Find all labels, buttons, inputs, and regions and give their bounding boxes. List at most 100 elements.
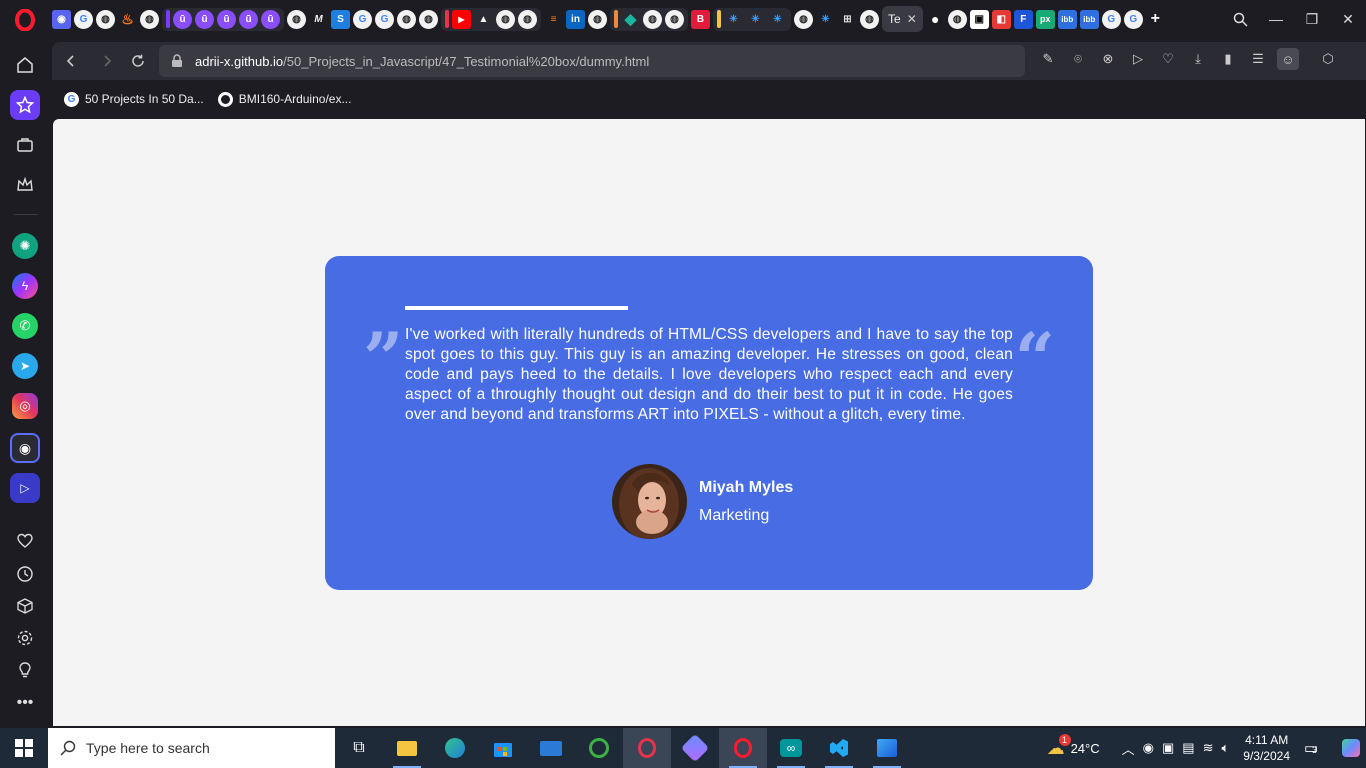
taskbar-search[interactable]: Type here to search [48,728,335,768]
edit-icon[interactable]: ✎ [1037,48,1059,70]
tab-search-icon[interactable] [1222,0,1258,38]
tab-icon-globe[interactable]: ◍ [518,9,537,29]
file-explorer-icon[interactable] [383,728,431,768]
camera-icon[interactable]: ⌾ [1067,48,1089,70]
close-window-button[interactable]: ✕ [1330,0,1366,38]
lightbulb-icon[interactable] [10,655,40,685]
tab-icon-globe[interactable]: ◍ [496,9,515,29]
tab-icon-google[interactable]: G [1101,9,1121,29]
tab-icon-google[interactable]: G [1123,9,1143,29]
tab-icon-s[interactable]: S [331,9,350,29]
adblock-icon[interactable]: ⊗ [1097,48,1119,70]
tab-icon-grid[interactable]: ⊞ [838,10,857,29]
tab-icon-hexagon[interactable]: ✳ [816,10,835,29]
forward-arrow-icon[interactable] [96,50,118,72]
tab-icon-google[interactable]: G [74,9,93,29]
music-player-icon[interactable]: ◉ [10,433,40,463]
tab-icon-u[interactable]: ū [261,9,280,29]
restore-button[interactable]: ❐ [1294,0,1330,38]
meet-icon[interactable]: ▣ [1162,740,1174,756]
history-icon[interactable] [10,559,40,589]
tab-icon-u[interactable]: ū [195,9,214,29]
tab-icon-globe[interactable]: ◍ [419,9,438,29]
opera-logo-icon[interactable] [12,9,38,31]
tab-icon-ibb[interactable]: ibb [1057,9,1077,29]
battery-icon[interactable]: ▮ [1217,48,1239,70]
tab-icon-hexagon[interactable]: ✳ [746,10,765,29]
tab-icon-fire[interactable]: ♨ [118,10,137,29]
vscode-icon[interactable] [815,728,863,768]
new-tab-plus-icon[interactable]: + [1146,10,1165,29]
reload-icon[interactable] [127,50,149,72]
tab-group-yellow[interactable]: ✳ ✳ ✳ [713,7,791,31]
url-bar[interactable]: adrii-x.github.io/50_Projects_in_Javascr… [159,45,1025,77]
tab-icon-github[interactable]: ● [926,10,945,29]
tab-icon-globe[interactable]: ◍ [643,9,662,29]
task-view-icon[interactable]: ⧉ [335,728,383,768]
easy-setup-icon[interactable]: ☰ [1247,48,1269,70]
whatsapp-icon[interactable]: ✆ [12,313,38,339]
tune-icon[interactable] [159,54,195,68]
store-icon[interactable] [479,728,527,768]
xbox-icon[interactable] [575,728,623,768]
tab-icon-f[interactable]: F [1013,9,1033,29]
tab-group-purple[interactable]: ū ū ū ū ū [162,7,284,31]
tab-icon-b[interactable]: B [691,9,710,29]
tab-icon-globe[interactable]: ◍ [947,9,967,29]
tab-icon-linkedin[interactable]: in [566,9,585,29]
messenger-icon[interactable]: ϟ [12,273,38,299]
bookmark-item[interactable]: BMI160-Arduino/ex... [217,91,351,107]
briefcase-icon[interactable] [10,130,40,160]
tab-icon-google[interactable]: G [375,9,394,29]
tab-active[interactable]: Te ✕ [882,6,923,32]
chatgpt-icon[interactable]: ✺ [12,233,38,259]
crown-icon[interactable] [10,170,40,200]
video-player-icon[interactable]: ▷ [10,473,40,503]
tab-icon-discord[interactable]: ◉ [52,9,71,29]
copilot-tray-icon[interactable] [1336,739,1366,757]
back-arrow-icon[interactable] [60,50,82,72]
volume-icon[interactable]: 🔈︎ [1221,740,1229,756]
tab-icon-px[interactable]: px [1035,9,1055,29]
record-icon[interactable]: ◉ [1143,740,1154,756]
tab-icon-google[interactable]: G [353,9,372,29]
photos-icon[interactable] [863,728,911,768]
play-icon[interactable]: ▷ [1127,48,1149,70]
display-icon[interactable]: ▤ [1182,740,1194,756]
tab-icon-globe[interactable]: ◍ [860,9,879,29]
tab-icon-globe[interactable]: ◍ [794,9,813,29]
mail-icon[interactable] [527,728,575,768]
tab-icon-u[interactable]: ū [239,9,258,29]
tab-icon-globe[interactable]: ◍ [287,9,306,29]
windows-start-icon[interactable] [0,728,48,768]
tab-icon-globe[interactable]: ◍ [588,9,607,29]
wifi-icon[interactable]: ≋ [1203,740,1214,756]
download-icon[interactable]: ⤓ [1187,48,1209,70]
more-options-icon[interactable]: ••• [10,688,40,718]
tab-icon-notion[interactable]: ▣ [969,9,989,29]
home-icon[interactable] [10,50,40,80]
tab-icon-u[interactable]: ū [173,9,192,29]
bookmark-item[interactable]: G 50 Projects In 50 Da... [64,91,204,107]
extensions-cube-icon[interactable] [10,591,40,621]
weather-widget[interactable]: ☁ 1 24°C [1047,733,1100,759]
arduino-icon[interactable]: ∞ [767,728,815,768]
tab-icon-triangle[interactable]: ▲ [474,10,493,29]
tab-icon-hexagon[interactable]: ✳ [724,10,743,29]
clock[interactable]: 4:11 AM 9/3/2024 [1237,732,1296,764]
settings-gear-icon[interactable] [10,623,40,653]
opera-gx-icon[interactable] [623,728,671,768]
tab-icon-u[interactable]: ū [217,9,236,29]
tab-icon-red-app[interactable]: ◧ [991,9,1011,29]
tab-icon-medium[interactable]: M [309,10,328,29]
star-icon[interactable] [10,90,40,120]
copilot-icon[interactable] [671,728,719,768]
tab-icon-globe[interactable]: ◍ [665,9,684,29]
tab-icon-ibb[interactable]: ibb [1079,9,1099,29]
minimize-button[interactable]: — [1258,0,1294,38]
tab-icon-stackoverflow[interactable]: ≡ [544,10,563,29]
tab-group-red[interactable]: ▶ ▲ ◍ ◍ [441,7,541,31]
heart-bookmark-icon[interactable]: ♡ [1157,48,1179,70]
profile-icon[interactable]: ☺ [1277,48,1299,70]
tab-icon-youtube[interactable]: ▶ [452,9,471,29]
